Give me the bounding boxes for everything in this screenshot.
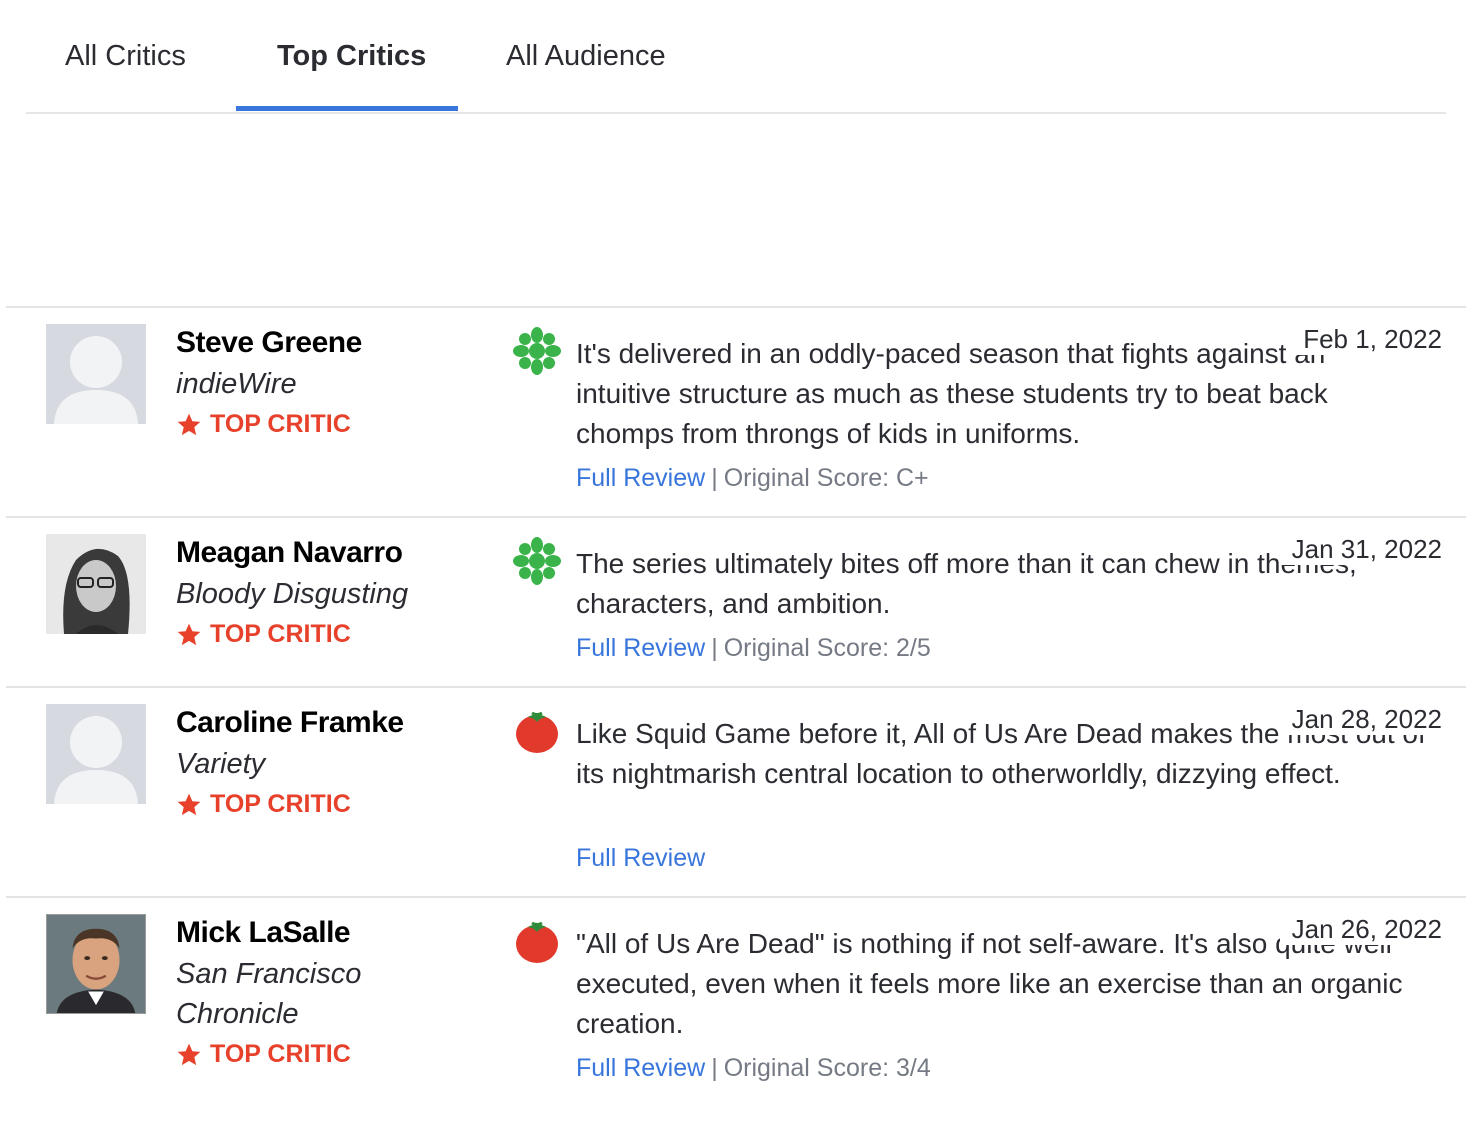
- full-review-link[interactable]: Full Review: [576, 844, 705, 872]
- full-review-link[interactable]: Full Review: [576, 634, 705, 662]
- review-date: Jan 31, 2022: [1279, 534, 1442, 565]
- review-type-tabs: All Critics Top Critics All Audience: [26, 0, 1446, 114]
- star-icon: [177, 413, 201, 435]
- top-critic-label: TOP CRITIC: [210, 790, 351, 818]
- top-critic-badge: TOP CRITIC: [176, 410, 351, 439]
- top-critic-label: TOP CRITIC: [210, 410, 351, 438]
- active-tab-indicator: [236, 106, 458, 111]
- fresh-tomato-icon: [516, 711, 558, 753]
- top-critic-badge: TOP CRITIC: [176, 790, 351, 819]
- separator: |: [711, 634, 718, 662]
- separator: |: [711, 1054, 718, 1082]
- original-score: Original Score: 3/4: [723, 1054, 931, 1082]
- tab-all-critics[interactable]: All Critics: [65, 40, 186, 73]
- reviews-list: Steve Greene indieWire TOP CRITIC It's d…: [6, 306, 1466, 1132]
- critic-avatar-photo[interactable]: [46, 914, 146, 1014]
- critic-name[interactable]: Meagan Navarro: [176, 536, 403, 570]
- star-icon: [177, 623, 201, 645]
- review-row: Caroline Framke Variety TOP CRITIC Like …: [6, 686, 1466, 896]
- review-date: Jan 26, 2022: [1279, 914, 1442, 945]
- tab-all-audience[interactable]: All Audience: [506, 40, 666, 73]
- critic-name[interactable]: Mick LaSalle: [176, 916, 351, 950]
- top-critic-badge: TOP CRITIC: [176, 620, 351, 649]
- review-meta: Full Review: [576, 844, 705, 873]
- top-critic-label: TOP CRITIC: [210, 620, 351, 648]
- star-icon: [177, 1043, 201, 1065]
- original-score: Original Score: C+: [723, 464, 929, 492]
- critic-avatar-photo[interactable]: [46, 534, 146, 634]
- original-score: Original Score: 2/5: [723, 634, 931, 662]
- top-critic-badge: TOP CRITIC: [176, 1040, 351, 1069]
- review-meta: Full Review | Original Score: 2/5: [576, 634, 931, 663]
- publication-name[interactable]: Variety: [176, 744, 456, 784]
- full-review-link[interactable]: Full Review: [576, 464, 705, 492]
- rotten-splat-icon: [513, 327, 561, 375]
- critic-name[interactable]: Caroline Framke: [176, 706, 404, 740]
- fresh-tomato-icon: [516, 921, 558, 963]
- publication-name[interactable]: San Francisco Chronicle: [176, 954, 456, 1034]
- critic-avatar-placeholder[interactable]: [46, 324, 146, 424]
- top-critic-label: TOP CRITIC: [210, 1040, 351, 1068]
- star-icon: [177, 793, 201, 815]
- separator: |: [711, 464, 718, 492]
- tab-top-critics[interactable]: Top Critics: [277, 40, 426, 73]
- review-row: Steve Greene indieWire TOP CRITIC It's d…: [6, 306, 1466, 516]
- review-meta: Full Review | Original Score: 3/4: [576, 1054, 931, 1083]
- review-date: Jan 28, 2022: [1279, 704, 1442, 735]
- review-row: Mick LaSalle San Francisco Chronicle TOP…: [6, 896, 1466, 1132]
- review-meta: Full Review | Original Score: C+: [576, 464, 929, 493]
- review-date: Feb 1, 2022: [1291, 324, 1442, 355]
- full-review-link[interactable]: Full Review: [576, 1054, 705, 1082]
- critic-avatar-placeholder[interactable]: [46, 704, 146, 804]
- rotten-splat-icon: [513, 537, 561, 585]
- publication-name[interactable]: indieWire: [176, 364, 456, 404]
- critic-name[interactable]: Steve Greene: [176, 326, 362, 360]
- publication-name[interactable]: Bloody Disgusting: [176, 574, 456, 614]
- review-row: Meagan Navarro Bloody Disgusting TOP CRI…: [6, 516, 1466, 686]
